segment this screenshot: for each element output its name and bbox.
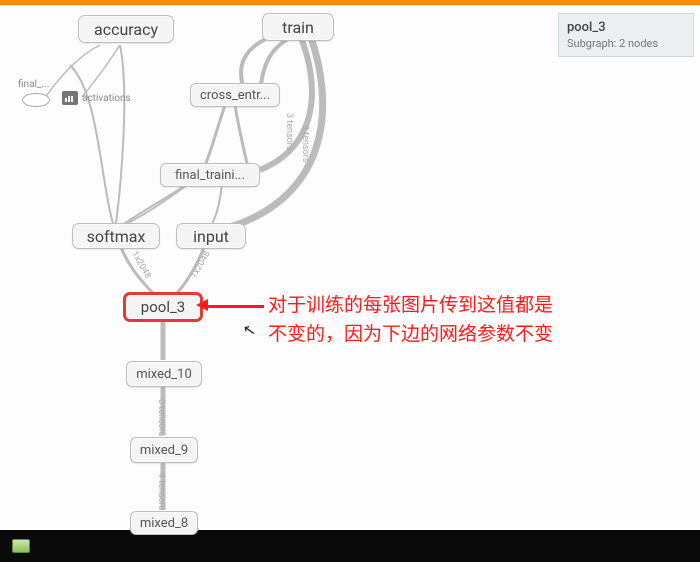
graph-edges xyxy=(0,5,700,530)
annotation-arrow-head xyxy=(196,299,208,311)
node-label: input xyxy=(193,227,229,246)
annotation-arrow-line xyxy=(206,305,264,308)
node-label: accuracy xyxy=(94,20,158,39)
node-mixed-10[interactable]: mixed_10 xyxy=(126,361,202,387)
node-label: mixed_10 xyxy=(136,367,192,382)
taskbar[interactable] xyxy=(0,530,700,562)
edge-label: 5 tensors xyxy=(156,399,166,436)
node-label: cross_entr... xyxy=(200,88,270,103)
final-output-label: final_... xyxy=(18,79,49,90)
bar-chart-icon xyxy=(62,91,78,105)
annotation-text: 对于训练的每张图片传到这值都是 不变的，因为下边的网络参数不变 xyxy=(268,290,688,347)
node-mixed-9[interactable]: mixed_9 xyxy=(130,437,198,463)
activations-sink[interactable]: activations xyxy=(62,91,131,105)
node-softmax[interactable]: softmax xyxy=(72,223,160,249)
node-label: mixed_8 xyxy=(140,516,188,531)
node-label: softmax xyxy=(87,227,146,246)
edge-label: 3 tensors xyxy=(300,125,310,162)
edge-label: 3 tensors xyxy=(284,113,294,150)
node-label: final_traini... xyxy=(175,168,245,183)
annotation-line-2: 不变的，因为下边的网络参数不变 xyxy=(268,319,688,348)
annotation-line-1: 对于训练的每张图片传到这值都是 xyxy=(268,290,688,319)
node-pool-3[interactable]: pool_3 xyxy=(124,293,202,321)
node-final-training[interactable]: final_traini... xyxy=(160,163,260,187)
node-accuracy[interactable]: accuracy xyxy=(78,15,174,43)
node-label: pool_3 xyxy=(141,298,185,316)
node-mixed-8[interactable]: mixed_8 xyxy=(130,511,198,535)
graph-canvas[interactable]: final_... activations accuracy train cro… xyxy=(0,5,700,530)
activations-label: activations xyxy=(82,93,131,104)
node-input[interactable]: input xyxy=(176,223,246,249)
final-output-oval[interactable] xyxy=(22,93,50,107)
node-label: train xyxy=(282,18,314,37)
node-cross-entropy[interactable]: cross_entr... xyxy=(190,83,280,107)
node-train[interactable]: train xyxy=(262,13,334,41)
edge-label: 4 tensors xyxy=(156,473,166,510)
node-label: mixed_9 xyxy=(140,443,188,458)
taskbar-app-icon[interactable] xyxy=(12,539,30,553)
